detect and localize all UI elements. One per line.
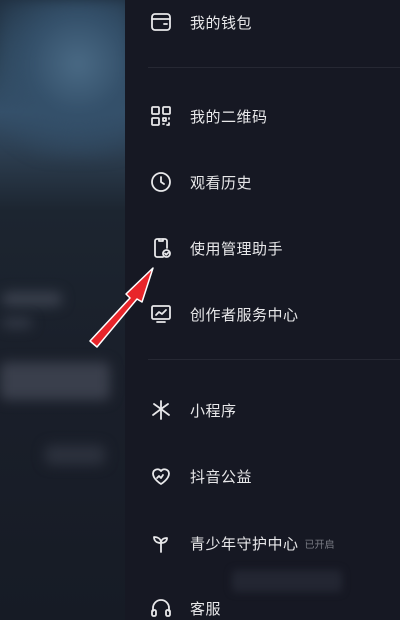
menu-item-label: 使用管理助手	[190, 239, 284, 258]
headset-icon	[148, 595, 174, 620]
wallet-icon	[148, 9, 174, 35]
blurred-image	[0, 0, 130, 160]
menu-item-label: 观看历史	[190, 173, 253, 192]
menu-item-charity[interactable]: 抖音公益	[148, 454, 400, 498]
sprout-icon	[148, 530, 174, 556]
menu-item-mini-program[interactable]: 小程序	[148, 388, 400, 432]
mini-program-icon	[148, 397, 174, 423]
blurred-block	[45, 445, 105, 465]
menu-item-label: 青少年守护中心	[190, 534, 299, 553]
menu-item-qr-code[interactable]: 我的二维码	[148, 94, 400, 138]
menu-item-history[interactable]: 观看历史	[148, 160, 400, 204]
menu-item-label: 我的二维码	[190, 107, 268, 126]
menu-item-creator-center[interactable]: 创作者服务中心	[148, 292, 400, 336]
menu-item-label: 小程序	[190, 401, 237, 420]
blurred-text	[2, 318, 32, 328]
qr-code-icon	[148, 103, 174, 129]
blurred-text	[232, 570, 342, 592]
clock-icon	[148, 169, 174, 195]
divider	[148, 67, 400, 68]
chart-monitor-icon	[148, 301, 174, 327]
menu-item-label: 抖音公益	[190, 467, 253, 486]
status-badge: 已开启	[304, 539, 335, 551]
heart-charity-icon	[148, 463, 174, 489]
screen: 我的钱包 我的二维码 观看历史 使用管理助手 创作者服务中心 小程序 抖音公益 …	[0, 0, 400, 620]
phone-check-icon	[148, 235, 174, 261]
menu-item-usage-manager[interactable]: 使用管理助手	[148, 226, 400, 270]
blurred-text	[2, 292, 62, 306]
blurred-block	[0, 362, 110, 400]
divider	[148, 359, 400, 360]
menu-item-label: 客服	[190, 599, 222, 618]
menu-item-label: 创作者服务中心	[190, 305, 299, 324]
menu-item-wallet[interactable]: 我的钱包	[148, 0, 400, 44]
menu-item-teen-guard[interactable]: 青少年守护中心 已开启	[148, 521, 400, 565]
blurred-background	[0, 0, 130, 620]
menu-item-label: 我的钱包	[190, 13, 253, 32]
